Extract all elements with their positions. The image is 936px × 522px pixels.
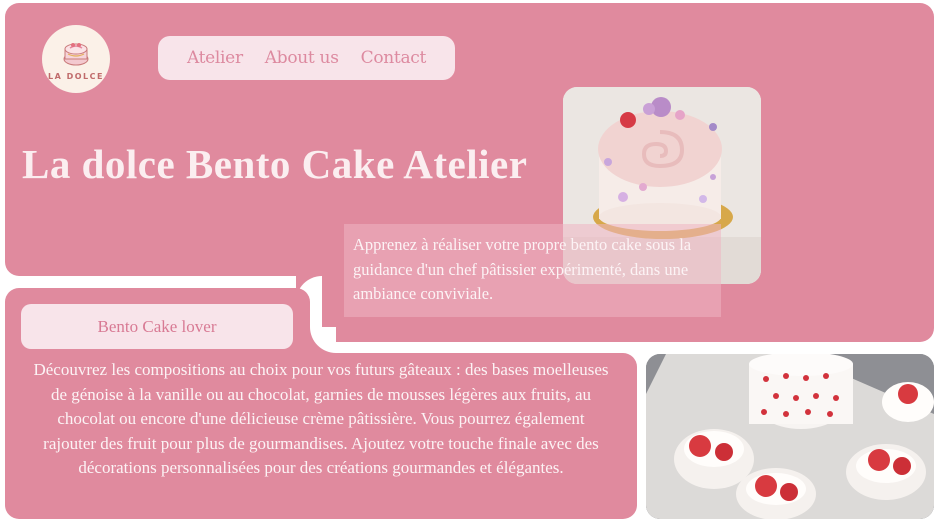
cakes-image (646, 354, 934, 519)
cakes-and-cupcakes-photo (646, 354, 934, 519)
nav-item-atelier[interactable]: Atelier (187, 48, 243, 68)
hero-description: Apprenez à réaliser votre propre bento c… (344, 224, 721, 317)
card-description: Découvrez les compositions au choix pour… (33, 360, 609, 477)
page-title: La dolce Bento Cake Atelier (22, 141, 528, 187)
nav-item-contact[interactable]: Contact (361, 48, 427, 68)
brand-logo[interactable]: LA DOLCE (42, 25, 110, 93)
hero-description-text: Apprenez à réaliser votre propre bento c… (353, 235, 692, 303)
logo-text: LA DOLCE (48, 72, 104, 81)
bento-cake-lover-button[interactable]: Bento Cake lover (21, 304, 293, 349)
nav-item-about-us[interactable]: About us (265, 48, 339, 68)
cake-logo-icon (63, 43, 89, 66)
card-button-label: Bento Cake lover (97, 316, 217, 336)
main-nav: Atelier About us Contact (158, 36, 455, 80)
